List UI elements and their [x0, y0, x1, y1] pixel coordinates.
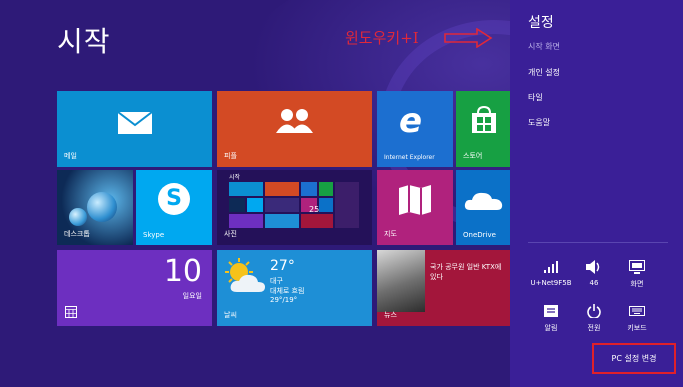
tile-maps[interactable]: 지도	[377, 170, 453, 245]
tile-label: OneDrive	[463, 231, 496, 239]
calendar-icon	[65, 306, 77, 318]
tile-label: Skype	[143, 231, 165, 239]
desktop-bubble	[69, 208, 87, 226]
quick-setting-label: 화면	[630, 280, 644, 288]
volume-icon	[570, 258, 618, 276]
tile-calendar[interactable]: 10 일요일	[57, 250, 212, 326]
screen-icon	[613, 258, 661, 276]
tile-label: 메일	[64, 152, 77, 160]
tile-desktop[interactable]: 데스크톱	[57, 170, 133, 245]
tile-skype[interactable]: S Skype	[136, 170, 212, 245]
tile-store[interactable]: 스토어	[456, 91, 510, 167]
panel-item-help[interactable]: 도움말	[528, 117, 550, 128]
tile-onedrive[interactable]: OneDrive	[456, 170, 510, 245]
quick-setting-power[interactable]: 전원	[570, 302, 618, 333]
quick-setting-volume[interactable]: 46	[570, 258, 618, 287]
desktop-bubble	[87, 192, 117, 222]
preview-title: 시작	[229, 174, 241, 181]
network-icon	[527, 258, 575, 276]
calendar-day: 일요일	[182, 292, 202, 300]
tile-label: 피플	[224, 152, 237, 160]
store-icon	[472, 105, 496, 133]
weather-range: 29°/19°	[270, 296, 298, 304]
calendar-date: 10	[163, 254, 202, 289]
weather-city: 대구	[270, 277, 283, 285]
tile-weather[interactable]: 27° 대구 대체로 흐림 29°/19° 날씨	[217, 250, 372, 326]
quick-setting-notifications[interactable]: 알림	[527, 302, 575, 333]
quick-setting-label: 알림	[544, 324, 558, 332]
skype-icon: S	[158, 183, 190, 215]
panel-item-tiles[interactable]: 타일	[528, 92, 543, 103]
panel-title: 설정	[528, 15, 554, 31]
tile-people[interactable]: 피플	[217, 91, 372, 167]
tile-internet-explorer[interactable]: e Internet Explorer	[377, 91, 453, 167]
panel-item-personalize[interactable]: 개인 설정	[528, 67, 560, 78]
news-photo	[377, 250, 425, 312]
quick-setting-label: 46	[589, 279, 599, 287]
preview-date: 25	[309, 205, 320, 214]
news-headline: 국가 공무원 일반 KTX에 있다	[430, 263, 502, 281]
notifications-icon	[527, 302, 575, 320]
quick-setting-keyboard[interactable]: 키보드	[613, 302, 661, 333]
people-icon	[276, 109, 313, 133]
keyboard-icon	[613, 302, 661, 320]
tile-news[interactable]: 국가 공무원 일반 KTX에 있다 뉴스	[377, 250, 510, 326]
weather-temp: 27°	[270, 258, 295, 274]
tile-label: 날씨	[224, 311, 237, 319]
quick-setting-label: U+Net9F5B	[530, 279, 572, 287]
settings-panel: 설정 시작 화면 개인 설정 타일 도움말 U+Net9F5B 46 화면 알림…	[510, 0, 683, 387]
onedrive-icon	[464, 192, 503, 210]
quick-setting-label: 전원	[587, 324, 601, 332]
change-pc-settings-link[interactable]: PC 설정 변경	[592, 343, 676, 374]
tile-label: Internet Explorer	[384, 154, 435, 161]
quick-setting-label: 키보드	[627, 324, 647, 332]
weather-condition: 대체로 흐림	[270, 287, 305, 295]
power-icon	[570, 302, 618, 320]
panel-divider	[528, 242, 668, 243]
mail-icon	[117, 111, 153, 134]
annotation-arrow-icon	[444, 28, 493, 48]
internet-explorer-icon: e	[399, 101, 423, 141]
tile-label: 스토어	[463, 152, 483, 160]
tile-start-preview[interactable]: 시작 25 사진	[217, 170, 372, 245]
annotation-text: 윈도우키+I	[345, 29, 419, 47]
quick-setting-network[interactable]: U+Net9F5B	[527, 258, 575, 287]
tile-label: 지도	[384, 230, 397, 238]
start-title: 시작	[57, 25, 111, 58]
tile-label: 뉴스	[384, 311, 397, 319]
partly-cloudy-icon	[225, 258, 265, 292]
panel-subtitle: 시작 화면	[528, 42, 560, 51]
quick-setting-screen[interactable]: 화면	[613, 258, 661, 289]
tile-mail[interactable]: 메일	[57, 91, 212, 167]
tile-label: 데스크톱	[64, 230, 90, 238]
maps-icon	[399, 185, 431, 215]
tile-label: 사진	[224, 230, 237, 238]
